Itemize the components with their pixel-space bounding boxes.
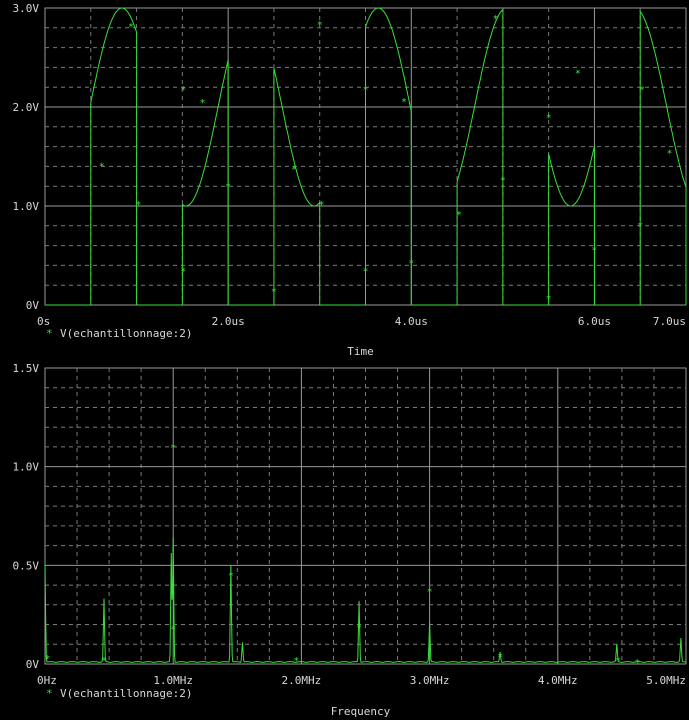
x-axis-label: Frequency xyxy=(331,705,391,718)
data-marker: * xyxy=(271,287,277,298)
data-marker: * xyxy=(317,20,323,31)
data-marker: * xyxy=(135,200,141,211)
data-marker: * xyxy=(362,85,368,96)
data-marker: * xyxy=(319,200,325,211)
data-marker: * xyxy=(45,654,51,665)
data-marker: * xyxy=(170,443,176,454)
data-marker: * xyxy=(356,623,362,634)
y-tick-label: 2.0V xyxy=(13,101,40,114)
legend: * V(echantillonnage:2) xyxy=(46,687,192,700)
data-marker: * xyxy=(170,624,176,635)
y-tick-label: 0V xyxy=(26,658,40,671)
data-marker: * xyxy=(591,246,597,257)
data-marker: * xyxy=(101,656,107,667)
data-marker: * xyxy=(225,182,231,193)
x-tick-label: 4.0us xyxy=(395,315,428,328)
series-line xyxy=(45,7,687,306)
data-marker: * xyxy=(493,14,499,25)
x-tick-label: 6.0us xyxy=(578,315,611,328)
y-tick-label: 0V xyxy=(26,299,40,312)
x-axis-label: Time xyxy=(347,345,374,358)
data-marker: * xyxy=(199,98,205,109)
data-marker: * xyxy=(408,258,414,269)
y-tick-label: 0.5V xyxy=(13,559,40,572)
data-marker: * xyxy=(634,658,640,669)
y-tick-label: 1.0V xyxy=(13,200,40,213)
frequency-domain-plot: 0Hz 1.0MHz 2.0MHz 3.0MHz 4.0MHz 5.0MHz 0V 0.5V 1… xyxy=(13,362,687,718)
data-marker: * xyxy=(639,85,645,96)
legend-entry: V(echantillonnage:2) xyxy=(60,327,192,340)
data-marker: * xyxy=(228,571,234,582)
grid xyxy=(45,368,686,664)
legend-marker: * xyxy=(46,327,53,340)
x-tick-label: 7.0us xyxy=(653,315,686,328)
series-markers: * * * * * * * * * * * * * * * * * * * * * * * * * xyxy=(99,14,673,305)
data-marker: * xyxy=(180,85,186,96)
time-domain-plot: 0s 2.0us 4.0us 6.0us 7.0us0V1.0V2.0V3.0VTime… xyxy=(13,2,687,358)
x-tick-label: 2.0us xyxy=(212,315,245,328)
data-marker: * xyxy=(667,149,673,160)
y-tick-label: 3.0V xyxy=(13,2,40,15)
data-marker: * xyxy=(575,68,581,79)
series-markers: * * * * * * * * * * * xyxy=(45,443,641,669)
legend-entry: V(echantillonnage:2) xyxy=(60,687,192,700)
data-marker: * xyxy=(497,652,503,663)
data-marker: * xyxy=(291,164,297,175)
data-marker: * xyxy=(427,587,433,598)
data-marker: * xyxy=(128,22,134,33)
data-marker: * xyxy=(362,266,368,277)
data-marker: * xyxy=(99,161,105,172)
data-marker: * xyxy=(546,113,552,124)
data-marker: * xyxy=(500,175,506,186)
legend: * V(echantillonnage:2) xyxy=(46,327,192,340)
data-marker: * xyxy=(180,266,186,277)
x-tick-label: 1.0MHz xyxy=(153,674,193,687)
x-tick-label: 0Hz xyxy=(37,674,57,687)
legend-marker: * xyxy=(46,687,53,700)
x-tick-label: 4.0MHz xyxy=(538,674,578,687)
data-marker: * xyxy=(637,221,643,232)
data-marker: * xyxy=(615,656,621,667)
x-tick-label: 5.0MHz xyxy=(646,674,686,687)
y-tick-label: 1.5V xyxy=(13,362,40,375)
y-tick-label: 1.0V xyxy=(13,461,40,474)
data-marker: * xyxy=(546,294,552,305)
x-tick-label: 2.0MHz xyxy=(282,674,322,687)
x-tick-label: 3.0MHz xyxy=(410,674,450,687)
data-marker: * xyxy=(401,97,407,108)
chart-canvas: 0s 2.0us 4.0us 6.0us 7.0us0V1.0V2.0V3.0VTime… xyxy=(13,2,687,718)
data-marker: * xyxy=(293,656,299,667)
data-marker: * xyxy=(456,210,462,221)
